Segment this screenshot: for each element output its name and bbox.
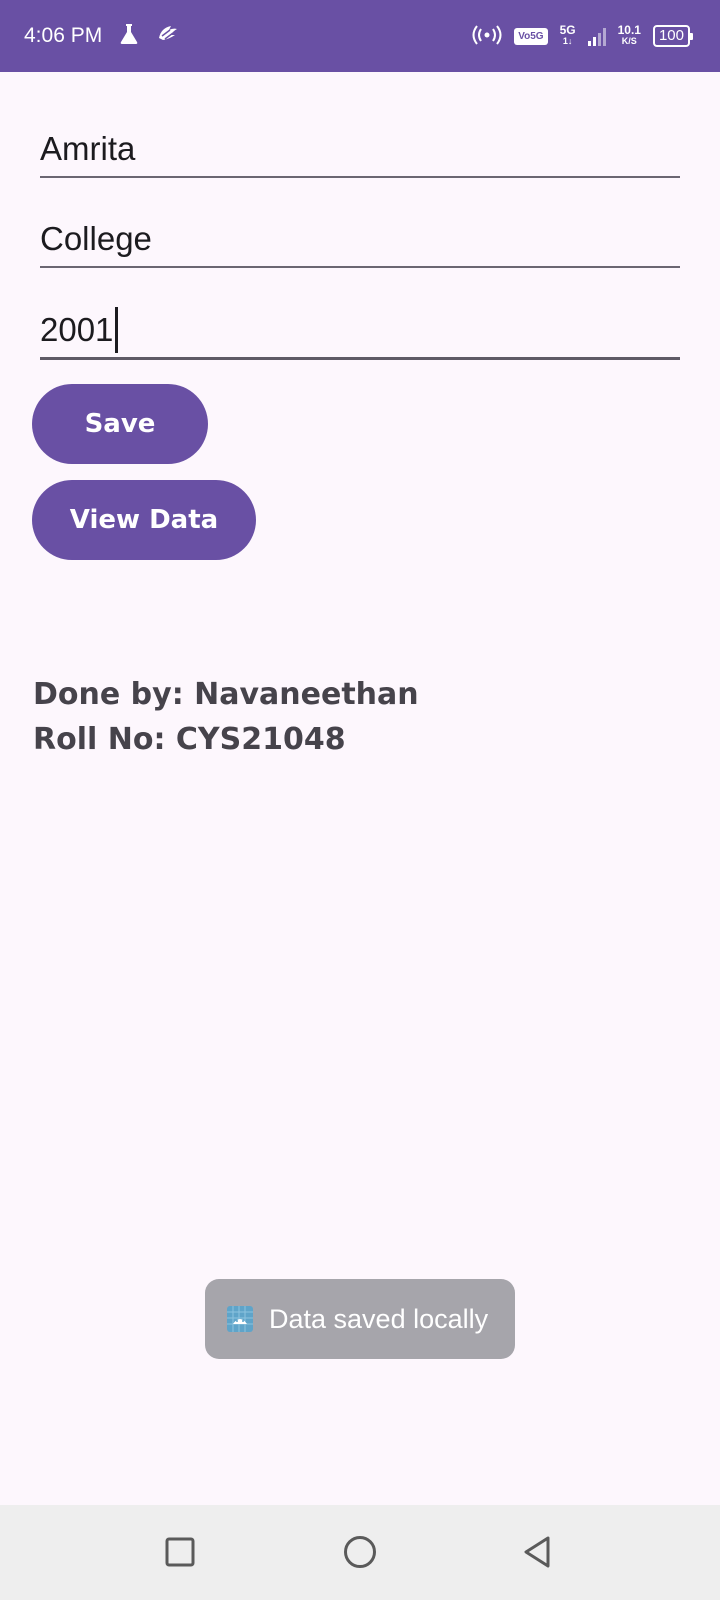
recents-square-icon[interactable]	[155, 1527, 205, 1577]
college-field[interactable]: College	[40, 210, 680, 268]
back-triangle-icon[interactable]	[512, 1527, 562, 1577]
name-value: Amrita	[40, 130, 136, 167]
signal-icon	[587, 26, 606, 46]
name-field[interactable]: Amrita	[40, 120, 680, 178]
college-value: College	[40, 220, 152, 257]
status-bar: 4:06 PM Vo5G 5G 1↓ 10.1 K/S 100	[0, 0, 720, 72]
year-underline	[40, 357, 680, 360]
battery-level: 100	[658, 27, 684, 44]
name-underline	[40, 176, 680, 178]
app-notification-icon	[156, 22, 182, 51]
done-by-text: Done by: Navaneethan	[33, 677, 419, 712]
hotspot-icon	[472, 24, 502, 48]
battery-icon: 100	[652, 25, 694, 47]
network-speed: 10.1 K/S	[617, 23, 641, 46]
credits-block: Done by: Navaneethan Roll No: CYS21048	[33, 672, 419, 762]
save-button[interactable]: Save	[32, 384, 208, 464]
college-underline	[40, 266, 680, 268]
year-value: 2001	[40, 311, 114, 348]
flask-icon	[118, 22, 140, 51]
roll-no-text: Roll No: CYS21048	[33, 722, 346, 757]
save-button-label: Save	[84, 409, 156, 439]
toast-message: Data saved locally	[269, 1303, 489, 1334]
toast: Data saved locally	[205, 1279, 515, 1359]
vo5g-badge: Vo5G	[514, 27, 548, 45]
view-data-button[interactable]: View Data	[32, 480, 256, 560]
year-field[interactable]: 2001	[40, 300, 680, 360]
network-type: 5G 1↓	[559, 23, 576, 46]
home-circle-icon[interactable]	[335, 1527, 385, 1577]
text-cursor	[115, 307, 119, 353]
status-time: 4:06 PM	[24, 24, 103, 47]
android-app-icon	[227, 1306, 253, 1332]
view-data-button-label: View Data	[69, 505, 219, 535]
navigation-bar	[0, 1505, 720, 1600]
